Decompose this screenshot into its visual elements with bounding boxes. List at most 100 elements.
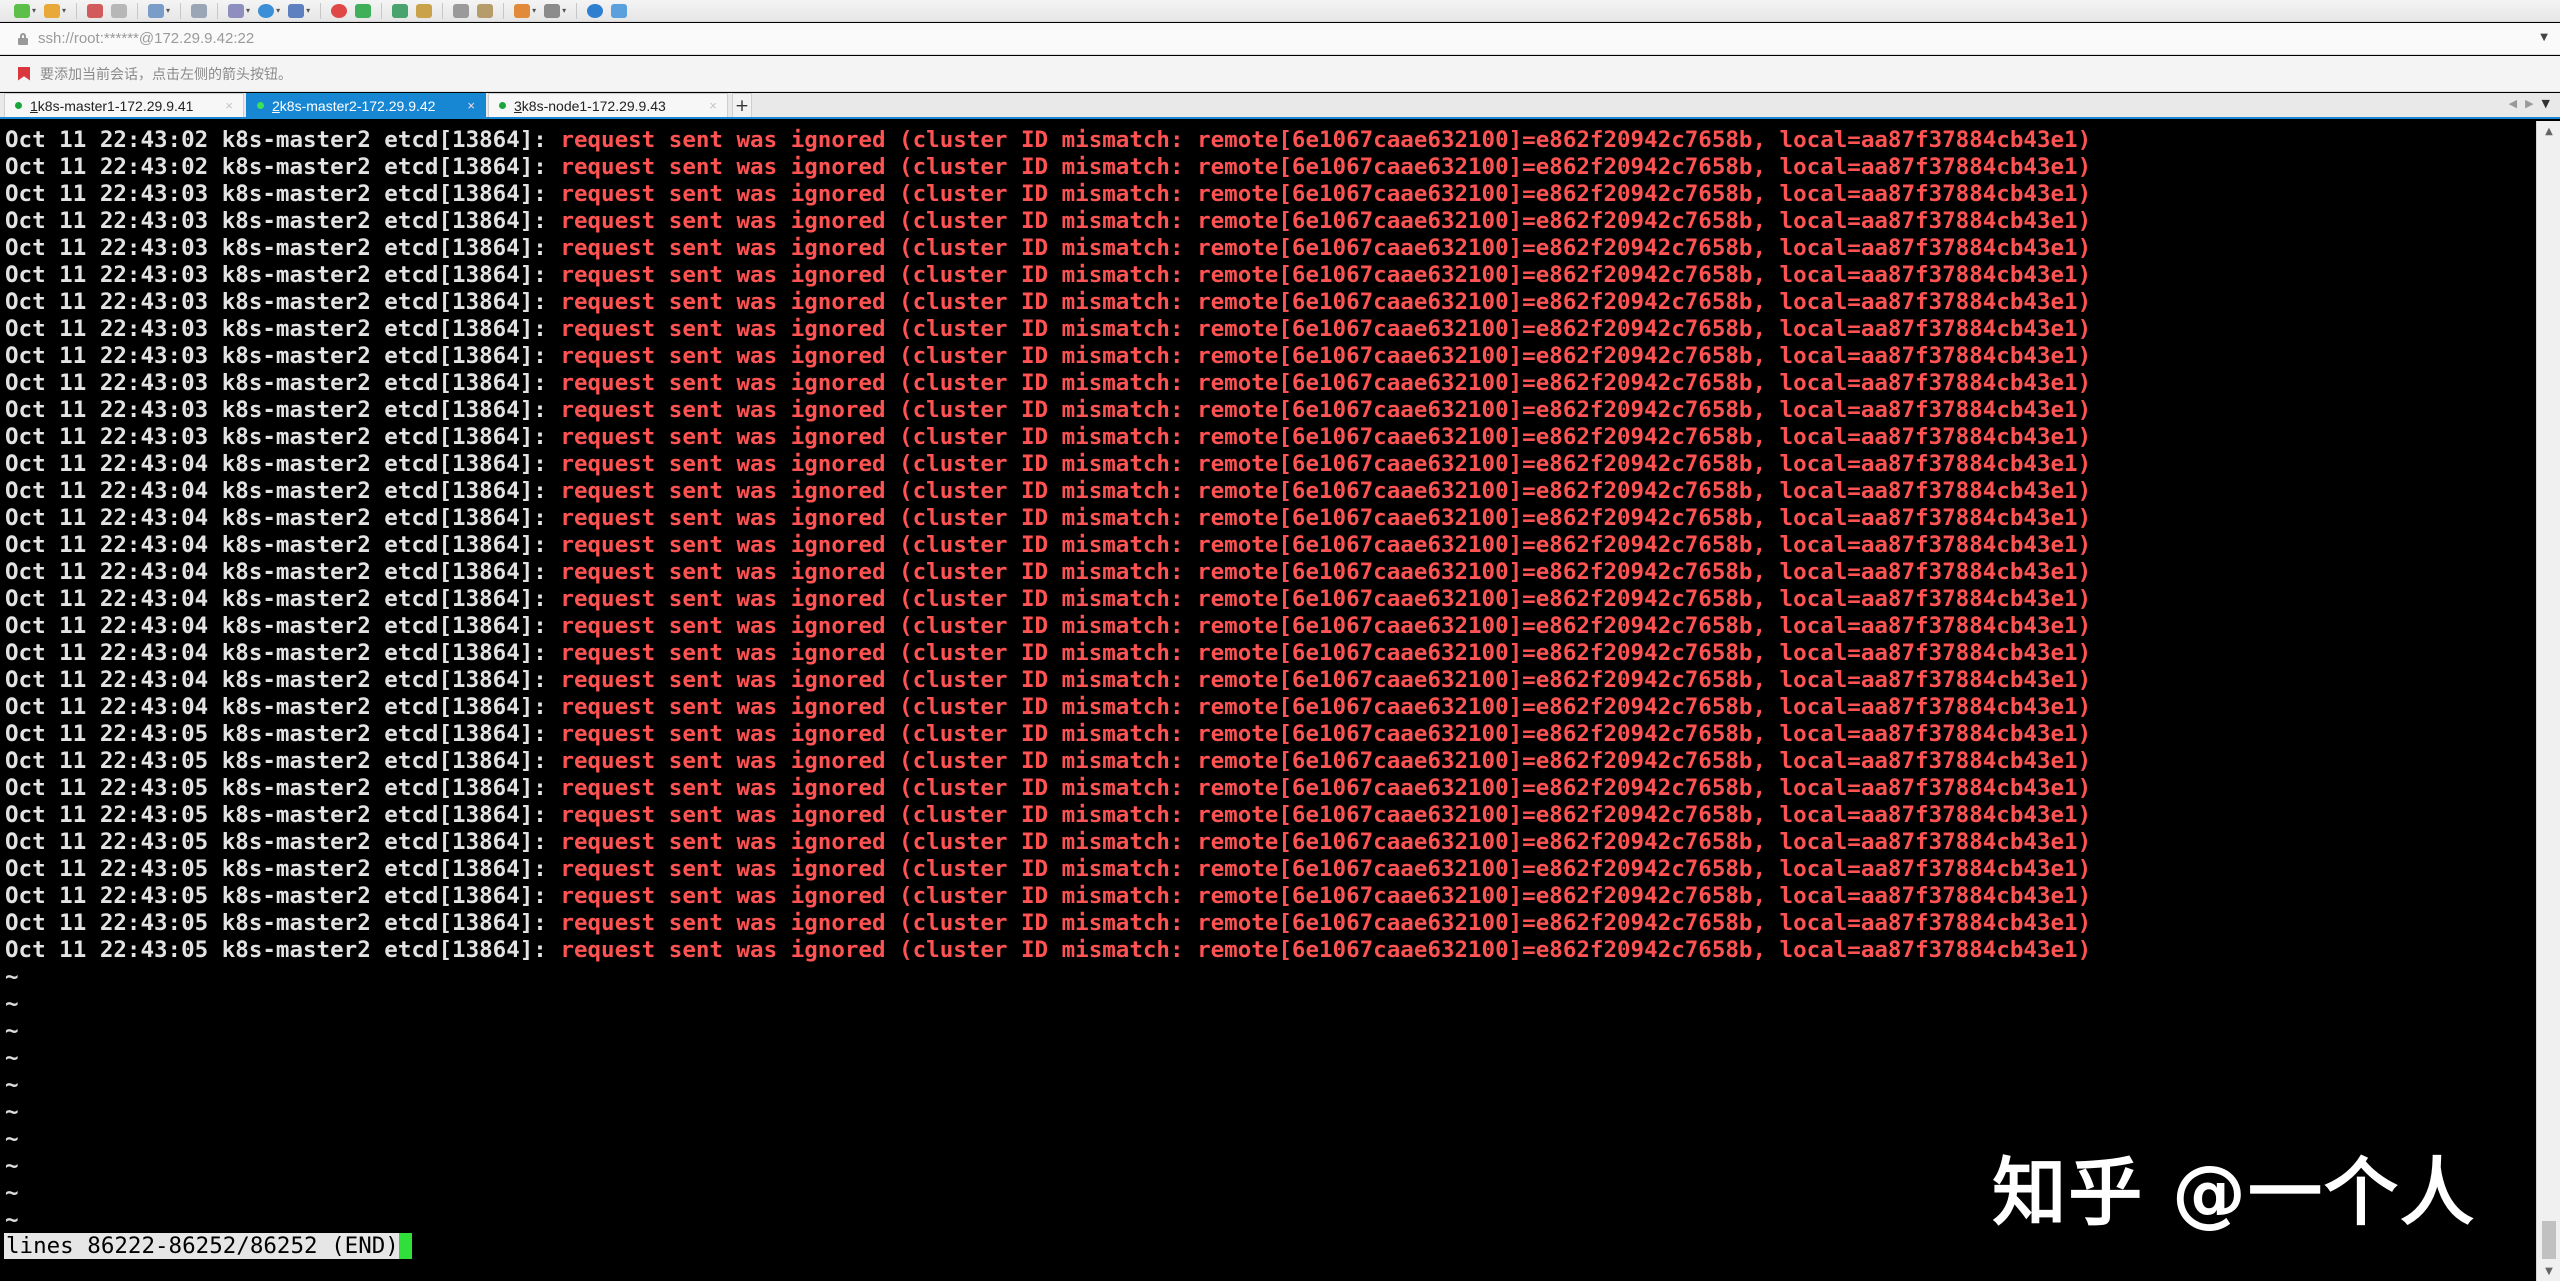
status-dot-icon: [15, 102, 22, 109]
tab-label: k8s-node1-172.29.9.43: [521, 97, 666, 114]
log-line: Oct 11 22:43:04 k8s-master2 etcd[13864]:…: [5, 613, 2091, 640]
log-line: Oct 11 22:43:02 k8s-master2 etcd[13864]:…: [5, 127, 2091, 154]
scroll-thumb[interactable]: [2542, 1221, 2556, 1259]
font-button[interactable]: ▾: [288, 2, 310, 20]
script-button[interactable]: [477, 2, 494, 20]
log-line: Oct 11 22:43:04 k8s-master2 etcd[13864]:…: [5, 667, 2091, 694]
close-icon[interactable]: ×: [467, 98, 475, 113]
layout-button[interactable]: ▾: [228, 2, 250, 20]
log-prefix: Oct 11 22:43:03 k8s-master2 etcd[13864]:: [5, 370, 561, 396]
tab-k8s-node1[interactable]: 3 k8s-node1-172.29.9.43 ×: [488, 93, 728, 117]
log-line: Oct 11 22:43:03 k8s-master2 etcd[13864]:…: [5, 235, 2091, 262]
new-session-button[interactable]: ▾: [14, 2, 36, 20]
log-line: Oct 11 22:43:04 k8s-master2 etcd[13864]:…: [5, 694, 2091, 721]
tab-bar: 1 k8s-master1-172.29.9.41 × 2 k8s-master…: [0, 93, 2560, 119]
lock-button[interactable]: [416, 2, 433, 20]
log-prefix: Oct 11 22:43:04 k8s-master2 etcd[13864]:: [5, 532, 561, 558]
log-line: Oct 11 22:43:03 k8s-master2 etcd[13864]:…: [5, 316, 2091, 343]
scroll-up-icon[interactable]: ▲: [2537, 121, 2560, 141]
log-prefix: Oct 11 22:43:05 k8s-master2 etcd[13864]:: [5, 748, 561, 774]
address-text[interactable]: ssh://root:******@172.29.9.42:22: [38, 30, 254, 47]
log-prefix: Oct 11 22:43:03 k8s-master2 etcd[13864]:: [5, 181, 561, 207]
window-layout-button[interactable]: ▾: [544, 2, 566, 20]
tab-next-icon[interactable]: ▶: [2525, 97, 2533, 110]
log-prefix: Oct 11 22:43:04 k8s-master2 etcd[13864]:: [5, 586, 561, 612]
log-message: request sent was ignored (cluster ID mis…: [560, 559, 2092, 585]
vertical-scrollbar[interactable]: ▲ ▼: [2536, 121, 2560, 1281]
log-prefix: Oct 11 22:43:05 k8s-master2 etcd[13864]:: [5, 937, 561, 963]
log-message: request sent was ignored (cluster ID mis…: [560, 748, 2092, 774]
keyboard-button[interactable]: [453, 2, 470, 20]
log-message: request sent was ignored (cluster ID mis…: [560, 613, 2092, 639]
open-folder-button[interactable]: ▾: [44, 2, 66, 20]
log-line: Oct 11 22:43:05 k8s-master2 etcd[13864]:…: [5, 802, 2091, 829]
toolbar: ▾ ▾ ▾ ▾ ▾ ▾ ▾ ▾: [0, 0, 2560, 22]
terminal[interactable]: Oct 11 22:43:02 k8s-master2 etcd[13864]:…: [0, 121, 2536, 1281]
xftp-button[interactable]: [331, 2, 348, 20]
log-message: request sent was ignored (cluster ID mis…: [560, 451, 2092, 477]
transfer-button[interactable]: [392, 2, 409, 20]
chevron-down-icon[interactable]: ▼: [2540, 32, 2548, 43]
log-message: request sent was ignored (cluster ID mis…: [560, 856, 2092, 882]
reconnect-button[interactable]: [111, 2, 128, 20]
add-tab-button[interactable]: +: [732, 93, 752, 117]
log-message: request sent was ignored (cluster ID mis…: [560, 883, 2092, 909]
log-line: Oct 11 22:43:05 k8s-master2 etcd[13864]:…: [5, 829, 2091, 856]
log-line: Oct 11 22:43:04 k8s-master2 etcd[13864]:…: [5, 532, 2091, 559]
settings-button[interactable]: ▾: [148, 2, 170, 20]
log-message: request sent was ignored (cluster ID mis…: [560, 640, 2092, 666]
log-line: Oct 11 22:43:03 k8s-master2 etcd[13864]:…: [5, 208, 2091, 235]
globe-button[interactable]: ▾: [258, 2, 280, 20]
chat-button[interactable]: [611, 2, 628, 20]
transfer-icon: [392, 3, 409, 18]
log-line: Oct 11 22:43:03 k8s-master2 etcd[13864]:…: [5, 370, 2091, 397]
disconnect-button[interactable]: [87, 2, 104, 20]
log-message: request sent was ignored (cluster ID mis…: [560, 829, 2092, 855]
tab-prev-icon[interactable]: ◀: [2509, 97, 2517, 110]
log-message: request sent was ignored (cluster ID mis…: [560, 424, 2092, 450]
reconnect-icon: [111, 3, 128, 18]
log-message: request sent was ignored (cluster ID mis…: [560, 802, 2092, 828]
log-prefix: Oct 11 22:43:05 k8s-master2 etcd[13864]:: [5, 829, 561, 855]
log-message: request sent was ignored (cluster ID mis…: [560, 694, 2092, 720]
log-prefix: Oct 11 22:43:03 k8s-master2 etcd[13864]:: [5, 208, 561, 234]
log-prefix: Oct 11 22:43:04 k8s-master2 etcd[13864]:: [5, 451, 561, 477]
tab-k8s-master1[interactable]: 1 k8s-master1-172.29.9.41 ×: [4, 93, 244, 117]
log-message: request sent was ignored (cluster ID mis…: [560, 343, 2092, 369]
status-dot-icon: [257, 102, 264, 109]
xshell-button[interactable]: [355, 2, 372, 20]
tab-navigation: ◀ ▶ ▼: [2509, 97, 2550, 110]
search-button[interactable]: [191, 2, 208, 20]
xftp-icon: [331, 3, 348, 18]
font-icon: [288, 3, 305, 18]
log-message: request sent was ignored (cluster ID mis…: [560, 532, 2092, 558]
log-line: Oct 11 22:43:04 k8s-master2 etcd[13864]:…: [5, 451, 2091, 478]
tilde-line: ~: [5, 1099, 19, 1125]
log-prefix: Oct 11 22:43:04 k8s-master2 etcd[13864]:: [5, 505, 561, 531]
log-line: Oct 11 22:43:05 k8s-master2 etcd[13864]:…: [5, 856, 2091, 883]
close-icon[interactable]: ×: [709, 98, 717, 113]
log-prefix: Oct 11 22:43:04 k8s-master2 etcd[13864]:: [5, 694, 561, 720]
log-prefix: Oct 11 22:43:03 k8s-master2 etcd[13864]:: [5, 235, 561, 261]
log-prefix: Oct 11 22:43:03 k8s-master2 etcd[13864]:: [5, 343, 561, 369]
compose-button[interactable]: ▾: [514, 2, 536, 20]
status-text: lines 86222-86252/86252 (END): [6, 1233, 399, 1259]
address-bar[interactable]: ssh://root:******@172.29.9.42:22 ▼: [0, 23, 2560, 55]
tab-list-icon[interactable]: ▼: [2542, 97, 2550, 110]
log-prefix: Oct 11 22:43:03 k8s-master2 etcd[13864]:: [5, 316, 561, 342]
tab-k8s-master2[interactable]: 2 k8s-master2-172.29.9.42 ×: [246, 93, 486, 117]
log-line: Oct 11 22:43:03 k8s-master2 etcd[13864]:…: [5, 424, 2091, 451]
disconnect-icon: [87, 3, 104, 18]
log-prefix: Oct 11 22:43:03 k8s-master2 etcd[13864]:: [5, 289, 561, 315]
cursor: [398, 1233, 412, 1259]
help-button[interactable]: [587, 2, 604, 20]
folder-icon: [44, 3, 61, 18]
log-output: Oct 11 22:43:02 k8s-master2 etcd[13864]:…: [5, 127, 2091, 964]
scroll-down-icon[interactable]: ▼: [2537, 1261, 2560, 1281]
layout-icon: [228, 3, 245, 18]
tilde-line: ~: [5, 1180, 19, 1206]
tab-label: k8s-master2-172.29.9.42: [279, 97, 436, 114]
bookmark-icon[interactable]: [18, 66, 30, 81]
help-icon: [587, 3, 604, 18]
close-icon[interactable]: ×: [225, 98, 233, 113]
